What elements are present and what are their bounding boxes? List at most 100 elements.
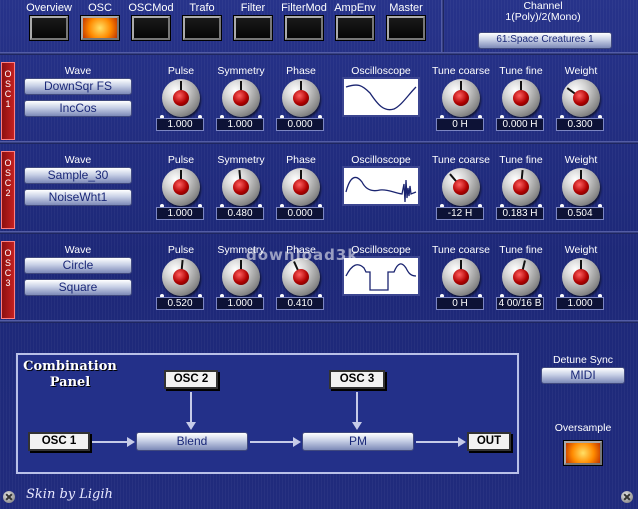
osc2-phase-knob[interactable]: [282, 168, 320, 206]
tab-button-filter[interactable]: [234, 16, 272, 40]
osc3-wave2-selector[interactable]: Square: [24, 279, 132, 296]
screw-bottom-right: [621, 491, 633, 503]
blend-selector[interactable]: Blend: [136, 432, 248, 451]
arrow-osc3-pm: [356, 392, 358, 423]
osc2-phase-label: Phase: [286, 154, 316, 166]
arrow-blend-pm: [250, 441, 294, 443]
osc1-wave-label: Wave: [64, 65, 92, 77]
osc1-pulse-label: Pulse: [167, 65, 195, 77]
osc2-symmetry-knob-cap: [233, 179, 249, 195]
osc1-weight-value: 0.300: [556, 118, 604, 131]
arrow-osc1-blend: [92, 441, 128, 443]
osc2-weight-knob-cap: [573, 179, 589, 195]
osc1-tune_fine-label: Tune fine: [499, 65, 543, 77]
oversample-toggle[interactable]: [564, 441, 602, 465]
osc2-pulse-knob-cap: [173, 179, 189, 195]
osc2-symmetry-value: 0.480: [216, 207, 264, 220]
osc3-tune_fine-label: Tune fine: [499, 244, 543, 256]
osc1-tune_coarse-knob[interactable]: [442, 79, 480, 117]
osc2-pulse-value: 1.000: [156, 207, 204, 220]
channel-mode: 1(Poly)/2(Mono): [505, 11, 581, 23]
tab-button-oscmod[interactable]: [132, 16, 170, 40]
osc2-oscilloscope-label: Oscilloscope: [351, 154, 411, 166]
osc1-symmetry-knob[interactable]: [222, 79, 260, 117]
pm-selector[interactable]: PM: [302, 432, 414, 451]
osc2-oscilloscope: [342, 166, 420, 206]
osc2-pulse-label: Pulse: [167, 154, 195, 166]
osc3-weight-value: 1.000: [556, 297, 604, 310]
osc3-tab[interactable]: OSC3: [1, 241, 15, 319]
osc3-tune_fine-knob[interactable]: [502, 258, 540, 296]
osc3-wave-label: Wave: [64, 244, 92, 256]
detune-sync-label: Detune Sync: [552, 354, 614, 366]
osc2-weight-value: 0.504: [556, 207, 604, 220]
osc2-wave2-selector[interactable]: NoiseWht1: [24, 189, 132, 206]
tab-button-osc[interactable]: [81, 16, 119, 40]
tab-button-master[interactable]: [387, 16, 425, 40]
osc1-pulse-value: 1.000: [156, 118, 204, 131]
osc2-wave-label: Wave: [64, 154, 92, 166]
osc1-oscilloscope-label: Oscilloscope: [351, 65, 411, 77]
osc2-pulse-knob[interactable]: [162, 168, 200, 206]
divider-bottom: [0, 320, 638, 323]
osc1-tab[interactable]: OSC1: [1, 62, 15, 140]
osc2-tune_coarse-knob[interactable]: [442, 168, 480, 206]
osc1-symmetry-value: 1.000: [216, 118, 264, 131]
osc2-symmetry-knob[interactable]: [222, 168, 260, 206]
osc3-tune_fine-knob-cap: [513, 269, 529, 285]
tab-label-7: Master: [389, 2, 423, 14]
arrowhead-blend-pm: [293, 437, 301, 447]
osc1-phase-knob[interactable]: [282, 79, 320, 117]
osc1-wave1-selector[interactable]: DownSqr FS: [24, 78, 132, 95]
tab-button-overview[interactable]: [30, 16, 68, 40]
osc1-waveform: [345, 84, 417, 111]
detune-sync-selector[interactable]: MIDI: [541, 367, 625, 384]
skin-credit: Skin by Ligih: [26, 487, 113, 502]
osc1-oscilloscope: [342, 77, 420, 117]
osc2-wave1-selector[interactable]: Sample_30: [24, 167, 132, 184]
osc1-phase-label: Phase: [286, 65, 316, 77]
arrowhead-osc1-blend: [127, 437, 135, 447]
arrow-osc2-blend: [190, 392, 192, 423]
tab-button-trafo[interactable]: [183, 16, 221, 40]
osc2-tune_fine-knob[interactable]: [502, 168, 540, 206]
osc1-wave2-selector[interactable]: IncCos: [24, 100, 132, 117]
osc3-pulse-knob-cap: [173, 269, 189, 285]
osc2-tune_fine-label: Tune fine: [499, 154, 543, 166]
divider-top: [0, 52, 638, 55]
divider-osc2: [0, 141, 638, 144]
osc2-tune_coarse-knob-cap: [453, 179, 469, 195]
osc1-symmetry-label: Symmetry: [217, 65, 265, 77]
tab-button-ampenv[interactable]: [336, 16, 374, 40]
osc1-phase-knob-cap: [293, 90, 309, 106]
osc1-pulse-knob-cap: [173, 90, 189, 106]
osc1-pulse-knob[interactable]: [162, 79, 200, 117]
osc2-tune_coarse-label: Tune coarse: [432, 154, 490, 166]
osc3-tune_coarse-value: 0 H: [436, 297, 484, 310]
osc2-symmetry-label: Symmetry: [217, 154, 265, 166]
osc1-symmetry-knob-cap: [233, 90, 249, 106]
osc3-pulse-knob[interactable]: [162, 258, 200, 296]
osc3-tune_coarse-knob-cap: [453, 269, 469, 285]
combination-panel: Combination Panel OSC 1 OSC 2 OSC 3 Blen…: [16, 353, 519, 474]
osc2-node: OSC 2: [164, 370, 218, 389]
osc3-pulse-label: Pulse: [167, 244, 195, 256]
osc3-node: OSC 3: [329, 370, 385, 389]
osc2-tab[interactable]: OSC2: [1, 151, 15, 229]
osc3-tune_coarse-label: Tune coarse: [432, 244, 490, 256]
osc1-tune_fine-knob[interactable]: [502, 79, 540, 117]
osc1-tune_fine-value: 0.000 H: [496, 118, 544, 131]
oversample-label: Oversample: [554, 422, 612, 434]
arrowhead-osc3-pm: [352, 422, 362, 430]
osc3-pulse-value: 0.520: [156, 297, 204, 310]
osc2-tune_coarse-value: -12 H: [436, 207, 484, 220]
watermark: download3k: [246, 246, 359, 264]
combination-title: Combination Panel: [23, 359, 117, 390]
osc2-weight-knob[interactable]: [562, 168, 600, 206]
osc3-tune_coarse-knob[interactable]: [442, 258, 480, 296]
tab-button-filtermod[interactable]: [285, 16, 323, 40]
osc3-weight-knob[interactable]: [562, 258, 600, 296]
osc1-weight-knob[interactable]: [562, 79, 600, 117]
osc3-wave1-selector[interactable]: Circle: [24, 257, 132, 274]
preset-selector[interactable]: 61:Space Creatures 1: [478, 32, 612, 49]
